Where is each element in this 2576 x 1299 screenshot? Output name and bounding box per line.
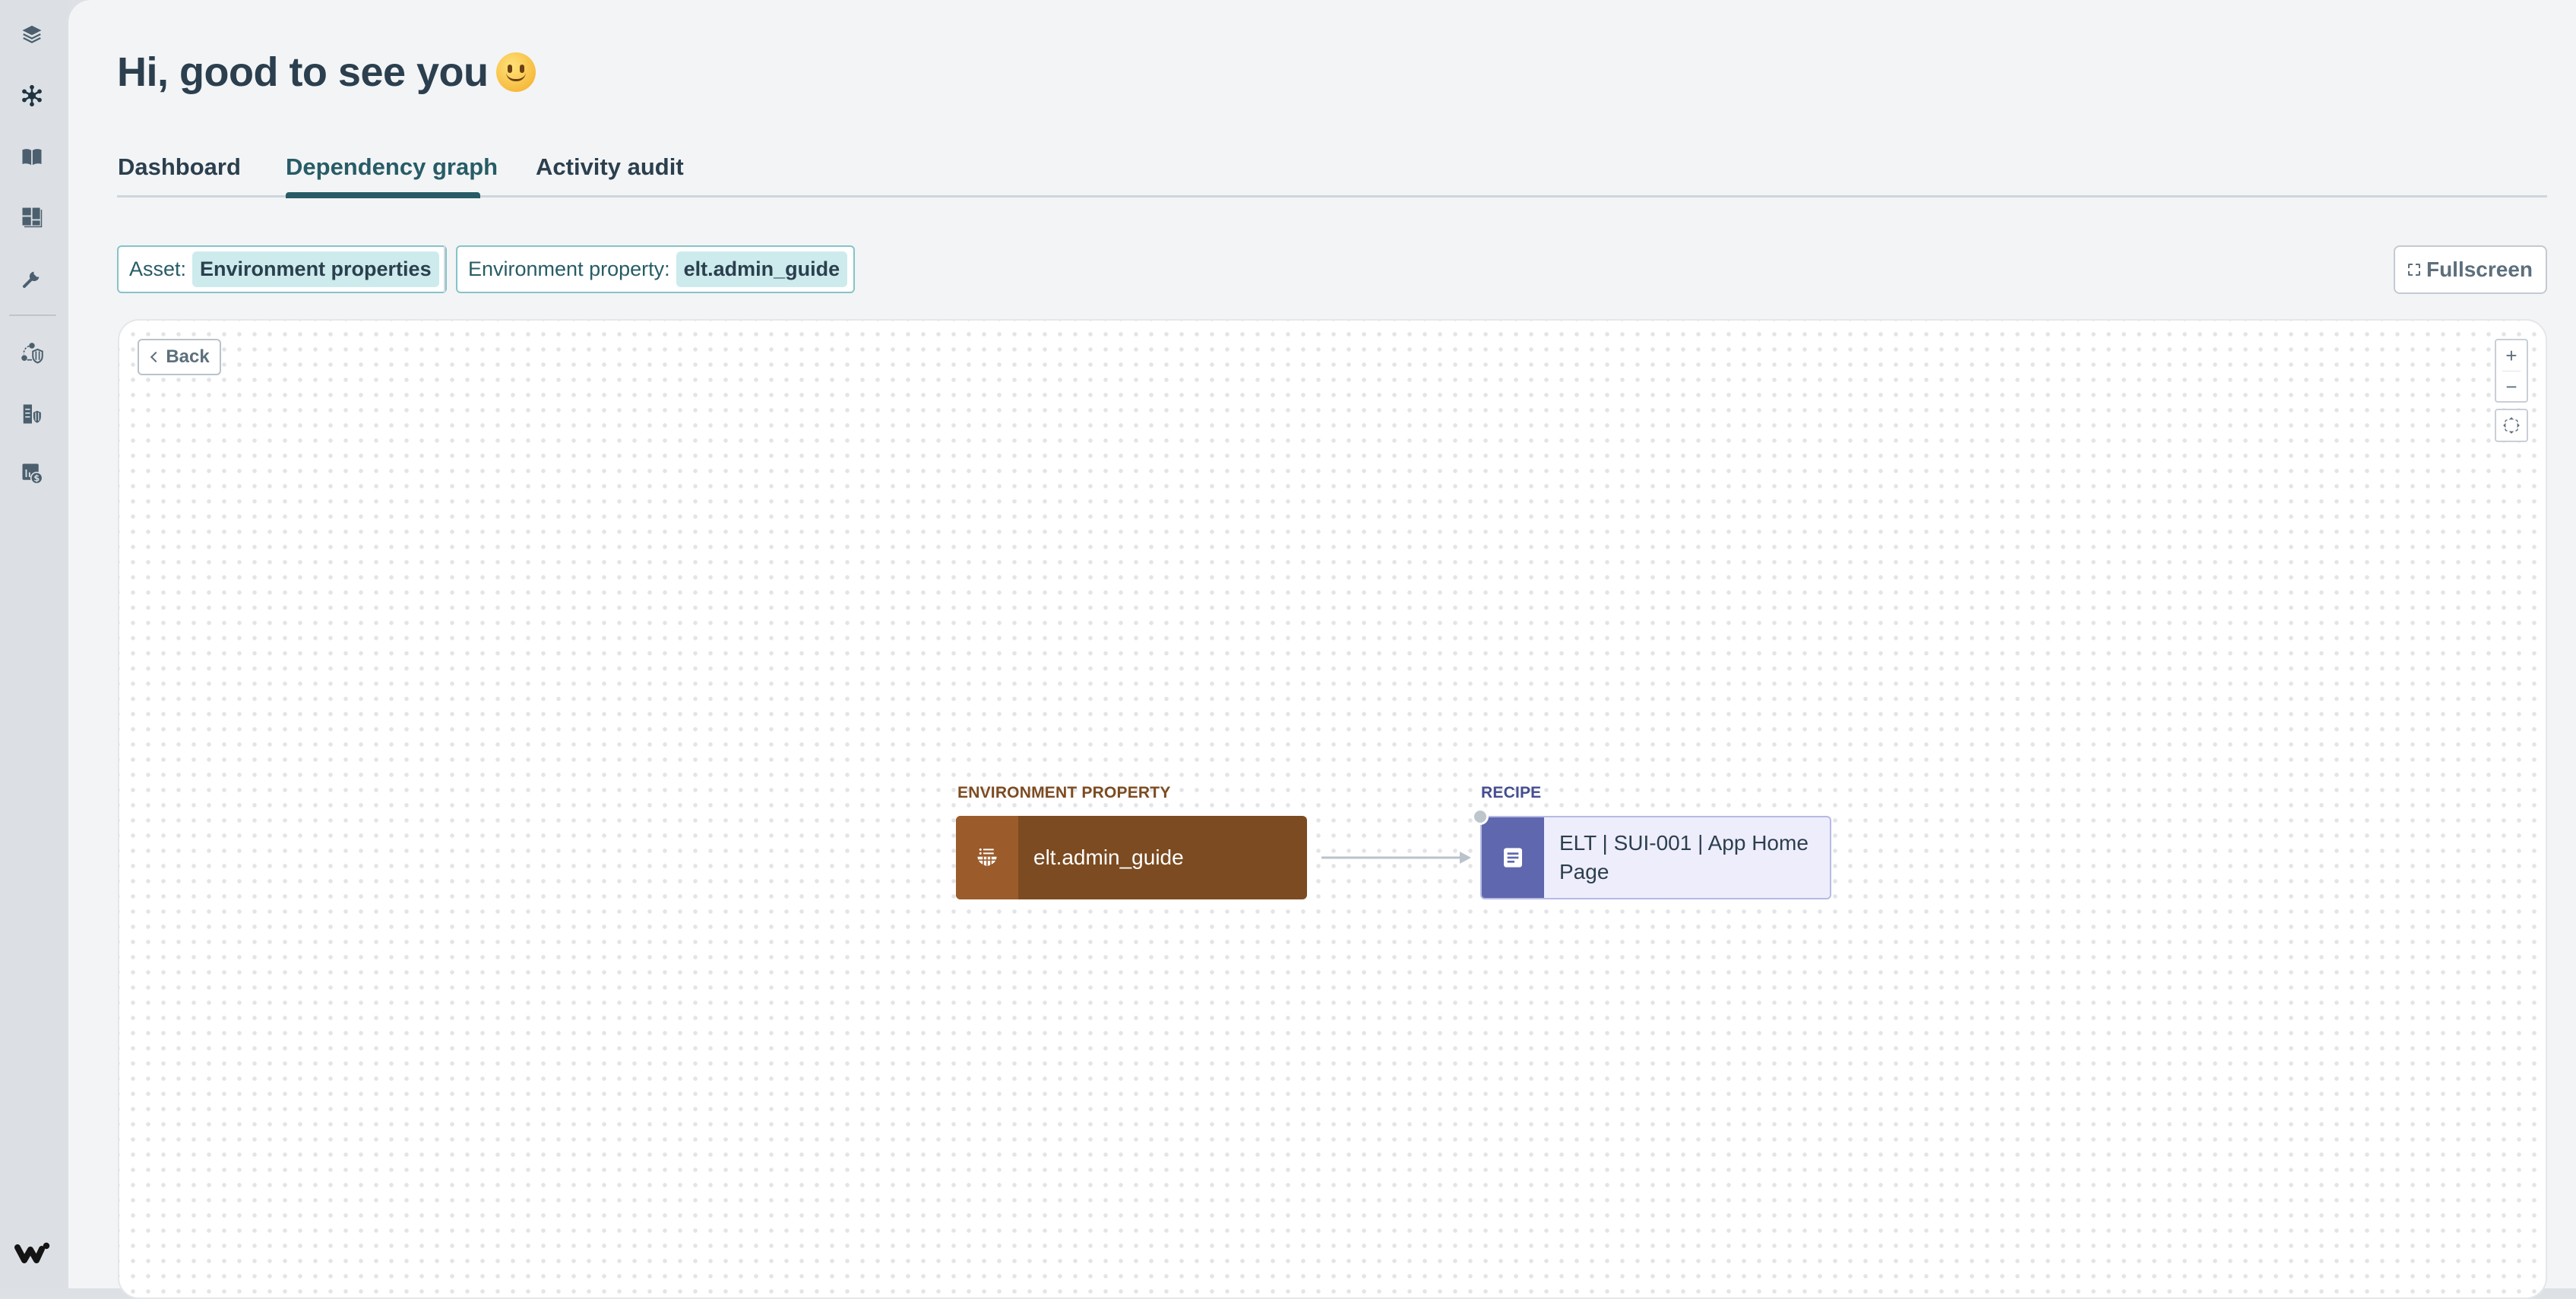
main-content: Hi, good to see you Dashboard Dependency… [68, 0, 2576, 1299]
dashboard-icon [22, 207, 43, 228]
sidebar-divider [9, 314, 56, 316]
chevron-left-icon [150, 351, 162, 363]
wrench-icon [23, 271, 40, 288]
graph-node-environment-property[interactable]: elt.admin_guide [956, 816, 1307, 899]
dependency-graph-canvas[interactable]: Back + − ENVIRONMENT PROPERTY elt.admin_… [118, 319, 2547, 1299]
network-icon [22, 84, 42, 107]
filter-label: Environment property: [468, 258, 670, 280]
fullscreen-button[interactable]: Fullscreen [2394, 245, 2547, 294]
zoom-in-button[interactable]: + [2496, 340, 2527, 371]
environment-property-icon [977, 848, 997, 867]
zoom-out-button[interactable]: − [2496, 371, 2527, 402]
zoom-controls: + − [2495, 339, 2528, 403]
fit-view-button[interactable] [2495, 409, 2528, 442]
sidebar-item-billing[interactable]: $ [21, 462, 43, 485]
sidebar-item-dashboards[interactable] [21, 206, 43, 229]
node-type-label: ENVIRONMENT PROPERTY [957, 784, 1171, 801]
sidebar-item-dependency-graph[interactable] [21, 84, 43, 107]
node-connector-handle[interactable] [1472, 808, 1489, 825]
node-name: elt.admin_guide [1033, 845, 1184, 869]
sidebar-item-network-security[interactable] [21, 342, 43, 365]
filter-chip-asset[interactable]: Asset: Environment properties [117, 245, 447, 293]
workato-logo[interactable] [11, 1240, 51, 1267]
graph-edge [1321, 852, 1471, 864]
book-icon [22, 149, 42, 166]
fullscreen-icon [2407, 264, 2420, 276]
active-tab-indicator [286, 192, 480, 198]
fit-view-icon [2503, 417, 2520, 434]
filter-value: Environment properties [192, 251, 439, 287]
layers-icon [22, 25, 42, 43]
tab-bar: Dashboard Dependency graph Activity audi… [117, 149, 2547, 198]
sidebar: $ [0, 0, 68, 1288]
filter-divider [444, 245, 445, 293]
sidebar-item-docs[interactable] [21, 145, 43, 168]
recipe-icon [1504, 848, 1522, 868]
sidebar-item-workspace-security[interactable] [21, 403, 43, 425]
fullscreen-label: Fullscreen [2426, 258, 2533, 281]
back-label: Back [166, 346, 210, 367]
graph-node-recipe[interactable]: ELT | SUI-001 | App Home Page [1480, 816, 1831, 899]
svg-text:$: $ [33, 473, 40, 483]
node-icon-container [956, 816, 1018, 899]
tab-activity-audit[interactable]: Activity audit [536, 153, 684, 181]
building-shield-icon [23, 404, 43, 425]
tab-dependency-graph[interactable]: Dependency graph [286, 153, 498, 181]
smiley-emoji-icon [495, 52, 536, 92]
back-button[interactable]: Back [138, 339, 221, 375]
network-shield-icon [21, 343, 43, 364]
filter-label: Asset: [129, 258, 187, 280]
filter-chip-environment-property[interactable]: Environment property: elt.admin_guide [456, 245, 856, 293]
node-type-label: RECIPE [1481, 784, 1542, 801]
greeting-text: Hi, good to see you [117, 49, 489, 95]
sidebar-item-assets[interactable] [21, 23, 43, 46]
node-name: ELT | SUI-001 | App Home Page [1559, 831, 1809, 883]
sidebar-item-tools[interactable] [21, 267, 43, 290]
billing-icon: $ [22, 463, 43, 485]
filter-value: elt.admin_guide [676, 251, 848, 287]
arrowhead-icon [1460, 852, 1471, 864]
tab-dashboard[interactable]: Dashboard [118, 153, 241, 181]
node-icon-container [1482, 817, 1544, 898]
page-title: Hi, good to see you [117, 49, 536, 96]
